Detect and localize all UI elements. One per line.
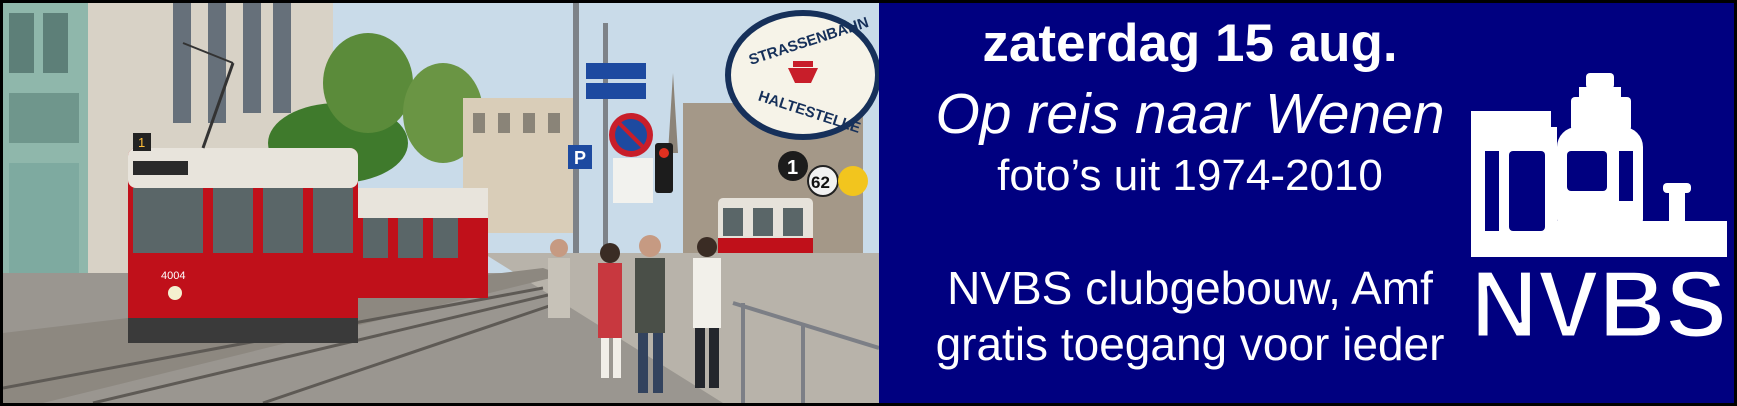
vienna-tram-photo: 4004 1 P 1 62 STRASSENBAHN HALTESTELLE xyxy=(3,3,879,403)
tram-route-number: 1 xyxy=(138,135,145,150)
tram-number: 4004 xyxy=(161,270,185,282)
event-admission: gratis toegang voor ieder xyxy=(935,318,1445,370)
event-title: Op reis naar Wenen xyxy=(935,82,1445,146)
nvbs-logo-text: NVBS xyxy=(1471,255,1727,345)
tram-distant xyxy=(718,198,813,253)
route-badge-2: 62 xyxy=(811,173,830,192)
route-badge-1: 1 xyxy=(787,157,798,179)
parking-sign: P xyxy=(574,148,586,168)
event-venue: NVBS clubgebouw, Amf xyxy=(947,262,1433,314)
event-subtitle: foto’s uit 1974-2010 xyxy=(997,151,1383,200)
nvbs-locomotive-logo: NVBS xyxy=(1469,71,1731,345)
event-banner: 4004 1 P 1 62 STRASSENBAHN HALTESTELLE z… xyxy=(0,0,1737,406)
event-date: zaterdag 15 aug. xyxy=(982,14,1398,73)
event-info-panel: zaterdag 15 aug. Op reis naar Wenen foto… xyxy=(879,3,1734,403)
